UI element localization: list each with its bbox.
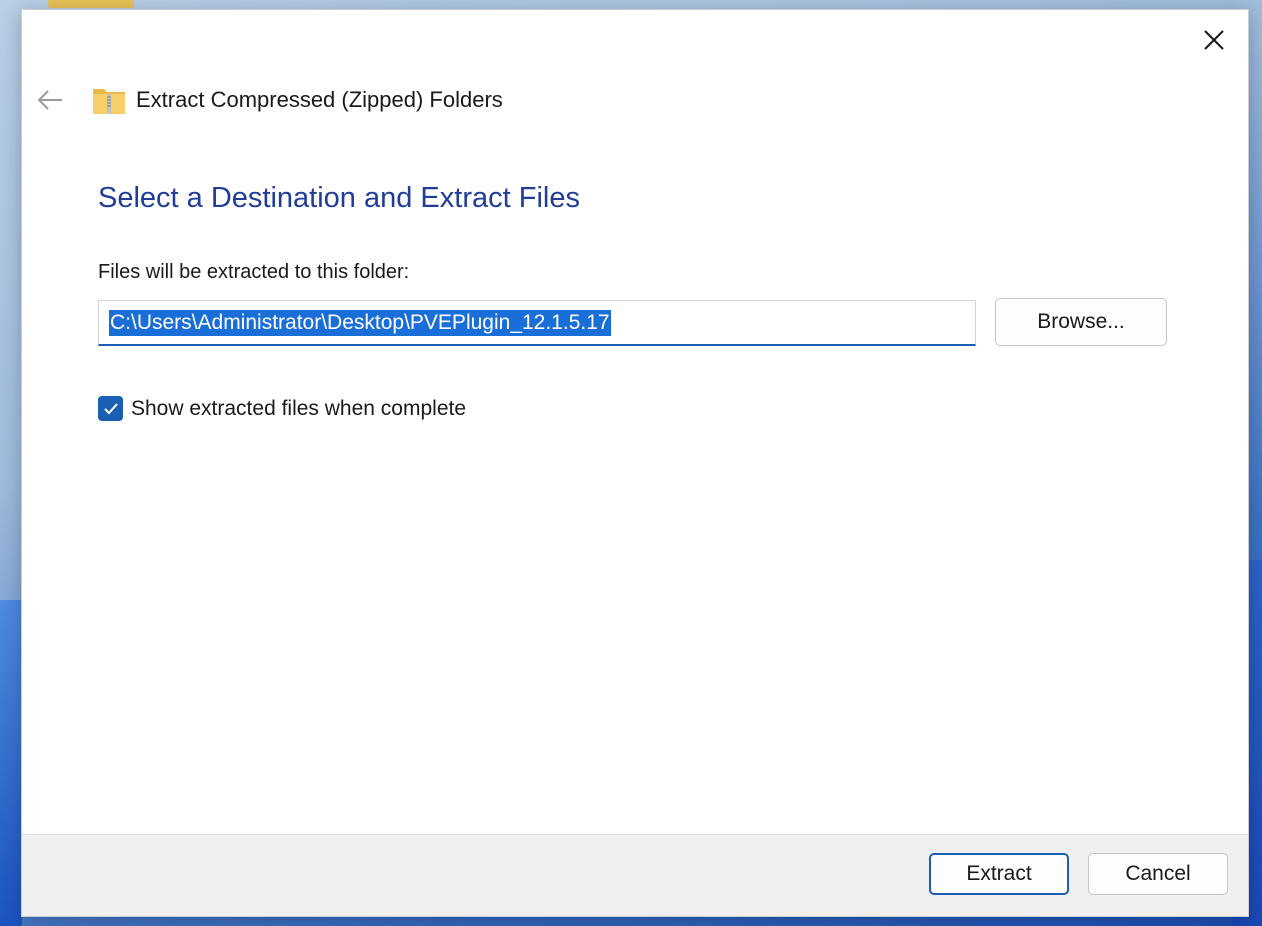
- desktop-wallpaper-left: [0, 600, 22, 926]
- window-title: Extract Compressed (Zipped) Folders: [136, 87, 503, 112]
- browse-button[interactable]: Browse...: [995, 298, 1167, 346]
- close-icon: [1204, 30, 1224, 50]
- dialog-header: Extract Compressed (Zipped) Folders: [92, 82, 503, 118]
- page-title: Select a Destination and Extract Files: [98, 182, 580, 214]
- extract-button[interactable]: Extract: [929, 853, 1069, 895]
- zip-folder-icon: [93, 89, 125, 114]
- show-files-option[interactable]: Show extracted files when complete: [98, 396, 466, 421]
- checkmark-icon: [103, 402, 118, 414]
- destination-path-input[interactable]: C:\Users\Administrator\Desktop\PVEPlugin…: [98, 300, 976, 346]
- back-button[interactable]: [34, 84, 66, 116]
- desktop-folder-icon: [48, 0, 134, 8]
- dialog-footer: Extract Cancel: [22, 834, 1248, 916]
- show-files-label: Show extracted files when complete: [131, 396, 467, 420]
- destination-label: Files will be extracted to this folder:: [98, 261, 410, 283]
- close-button[interactable]: [1194, 20, 1234, 60]
- show-files-checkbox[interactable]: [98, 396, 123, 421]
- cancel-button[interactable]: Cancel: [1088, 853, 1228, 895]
- back-arrow-icon: [37, 90, 62, 110]
- extract-dialog: Extract Compressed (Zipped) Folders Sele…: [21, 9, 1249, 917]
- destination-path-value: C:\Users\Administrator\Desktop\PVEPlugin…: [109, 309, 611, 336]
